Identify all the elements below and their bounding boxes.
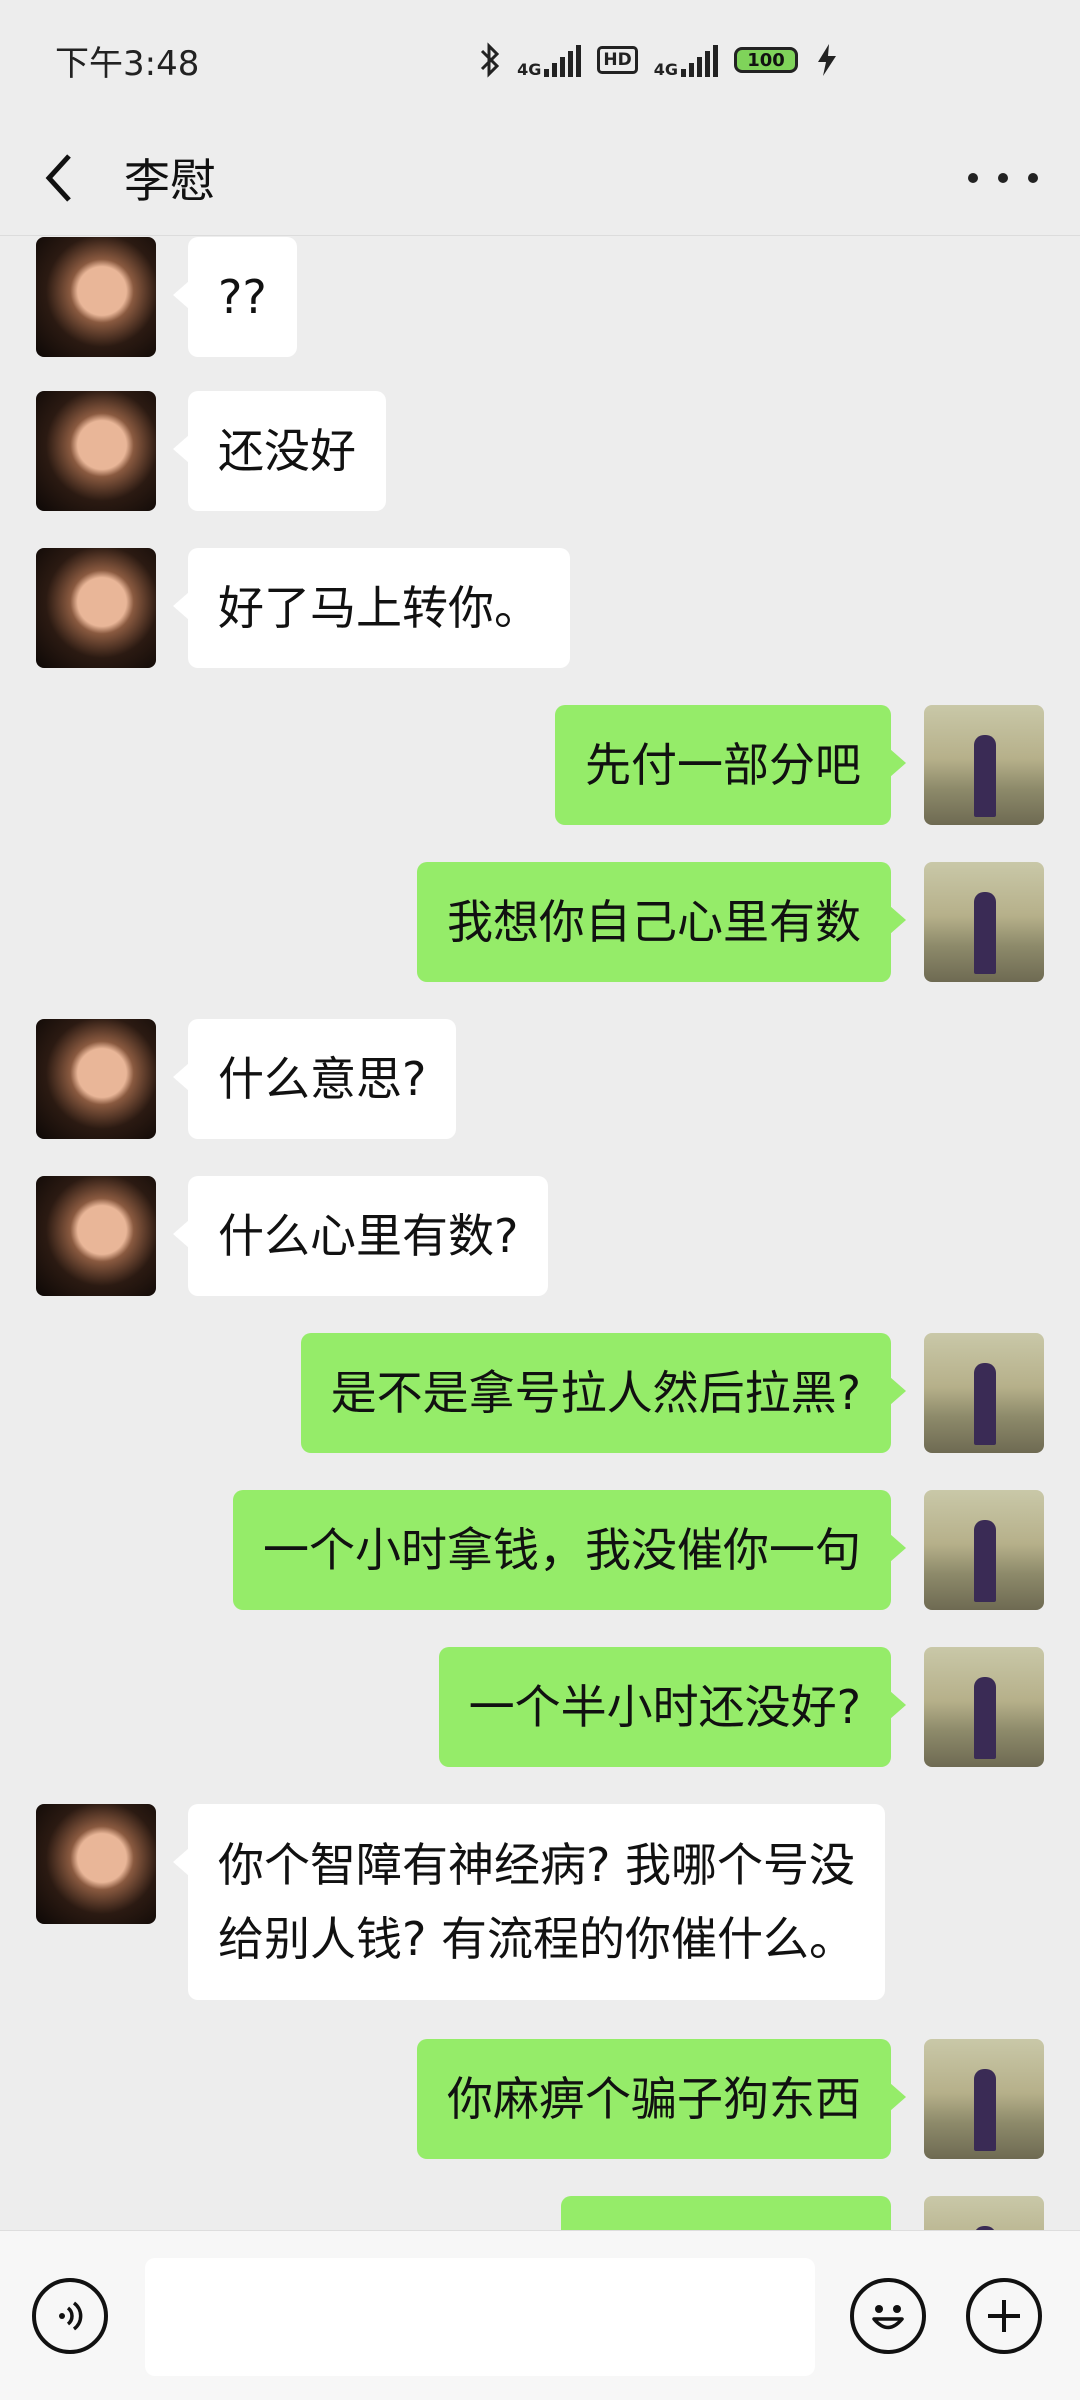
message-list[interactable]: ?? 还没好 好了马上转你。 先付一部分吧 我想你自己心里有数 什么意思? 什么… — [0, 237, 1080, 2230]
avatar-other[interactable] — [36, 237, 156, 357]
message-input[interactable] — [145, 2258, 815, 2376]
message-bubble-received[interactable]: 什么心里有数? — [172, 1176, 549, 1296]
message-bubble-sent[interactable]: 你麻痹个骗子狗东西 — [417, 2039, 906, 2159]
charging-icon — [818, 44, 836, 76]
plus-icon — [988, 2300, 1020, 2332]
emoji-button[interactable] — [850, 2278, 926, 2354]
back-button[interactable] — [30, 148, 90, 208]
message-bubble-received[interactable]: 好了马上转你。 — [173, 548, 570, 668]
message-bubble-received[interactable]: 你个智障有神经病? 我哪个号没 给别人钱? 有流程的你催什么。 — [172, 1804, 886, 2000]
message-bubble-sent[interactable]: 一个半小时还没好? — [438, 1647, 907, 1767]
avatar-self[interactable] — [924, 705, 1044, 825]
avatar-self[interactable] — [924, 862, 1044, 982]
message-bubble-sent[interactable]: 我想你自己心里有数 — [417, 862, 906, 982]
emoji-icon — [872, 2305, 904, 2330]
avatar-self[interactable] — [924, 2196, 1044, 2230]
avatar-self[interactable] — [924, 1490, 1044, 1610]
avatar-self[interactable] — [924, 2039, 1044, 2159]
bluetooth-icon — [481, 42, 500, 78]
more-dot-icon — [998, 173, 1008, 183]
plus-button[interactable] — [966, 2278, 1042, 2354]
more-dot-icon — [968, 173, 978, 183]
chat-header: 李慰 — [0, 120, 1080, 236]
message-bubble-sent[interactable]: 先付一部分吧 — [555, 705, 906, 825]
avatar-other[interactable] — [36, 1804, 156, 1924]
hd-icon: HD — [597, 46, 638, 74]
avatar-other[interactable] — [36, 1176, 156, 1296]
message-bubble-sent[interactable]: 一个小时拿钱，我没催你一句 — [233, 1490, 906, 1610]
more-options-button[interactable] — [968, 158, 1038, 198]
more-dot-icon — [1028, 173, 1038, 183]
input-bar — [0, 2230, 1080, 2400]
avatar-other[interactable] — [36, 548, 156, 668]
avatar-other[interactable] — [36, 391, 156, 511]
status-bar: 下午3:48 4G HD 4G 100 — [0, 0, 1080, 120]
message-bubble-received[interactable]: 什么意思? — [172, 1019, 457, 1139]
back-arrow-icon — [45, 153, 71, 202]
avatar-other[interactable] — [36, 1019, 156, 1139]
avatar-self[interactable] — [924, 1333, 1044, 1453]
avatar-self[interactable] — [924, 1647, 1044, 1767]
signal-icon: 4G — [517, 43, 582, 78]
voice-icon — [59, 2301, 83, 2331]
status-icons: 4G HD 4G 100 — [479, 42, 840, 78]
status-time: 下午3:48 — [55, 43, 200, 84]
battery-icon: 100 — [734, 47, 798, 73]
message-bubble-sent-partial[interactable] — [561, 2196, 891, 2230]
message-bubble-received[interactable]: 还没好 — [173, 391, 386, 511]
message-bubble-received[interactable]: ?? — [173, 237, 297, 357]
signal-icon-2: 4G — [654, 43, 718, 78]
voice-button[interactable] — [32, 2278, 108, 2354]
chat-title: 李慰 — [124, 153, 216, 208]
message-bubble-sent[interactable]: 是不是拿号拉人然后拉黑? — [300, 1333, 907, 1453]
